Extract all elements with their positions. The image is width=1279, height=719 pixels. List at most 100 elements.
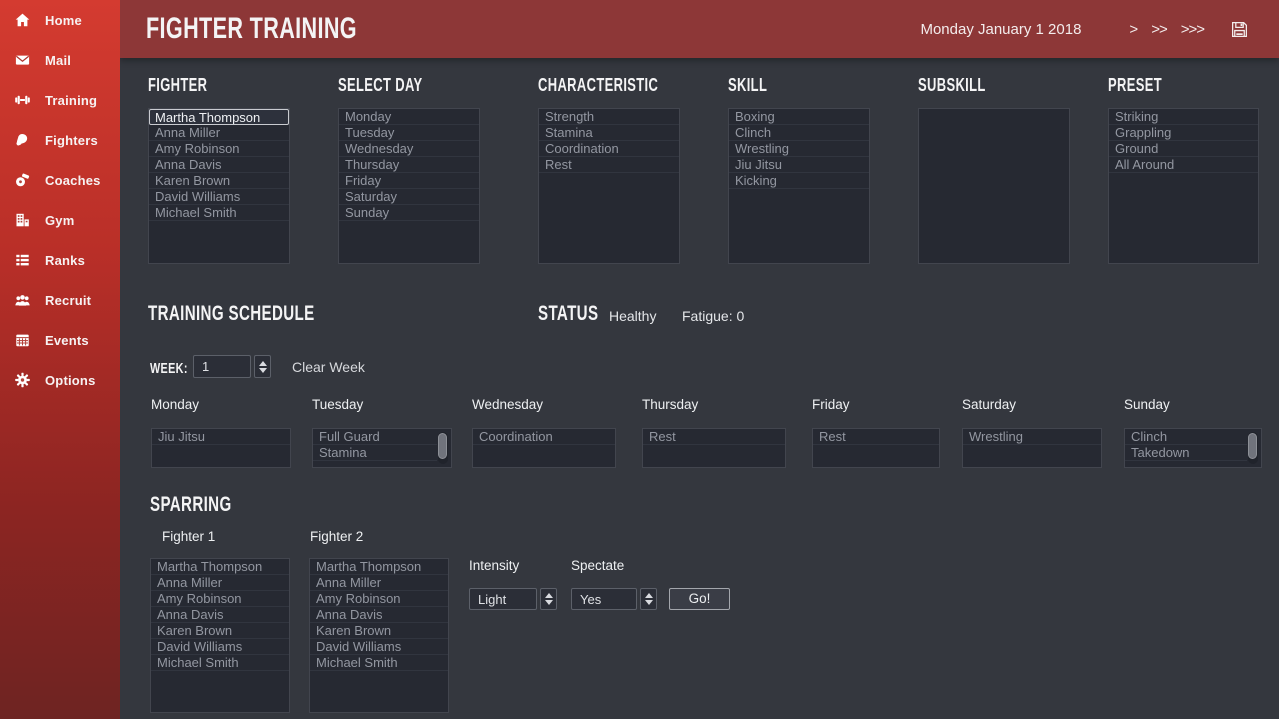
sidebar-item-home[interactable]: Home xyxy=(0,0,120,40)
scrollbar-track[interactable] xyxy=(438,432,448,464)
sidebar-item-options[interactable]: Options xyxy=(0,360,120,400)
list-item[interactable]: Martha Thompson xyxy=(151,559,289,575)
list-item[interactable]: Amy Robinson xyxy=(310,591,448,607)
list-item[interactable]: Grappling xyxy=(1109,125,1258,141)
list-item[interactable]: David Williams xyxy=(149,189,289,205)
list-item[interactable]: Saturday xyxy=(339,189,479,205)
subskill-listbox[interactable] xyxy=(918,108,1070,264)
sidebar-item-gym[interactable]: Gym xyxy=(0,200,120,240)
list-item[interactable]: Monday xyxy=(339,109,479,125)
preset-listbox[interactable]: StrikingGrapplingGroundAll Around xyxy=(1108,108,1259,264)
list-item[interactable]: Karen Brown xyxy=(149,173,289,189)
scrollbar-thumb[interactable] xyxy=(1248,433,1257,459)
schedule-entry[interactable]: Stamina xyxy=(313,445,437,461)
spectate-select-arrows[interactable] xyxy=(640,588,657,610)
sidebar-item-training[interactable]: Training xyxy=(0,80,120,120)
list-item[interactable]: Karen Brown xyxy=(151,623,289,639)
list-item[interactable]: David Williams xyxy=(310,639,448,655)
list-item[interactable]: Anna Miller xyxy=(310,575,448,591)
list-item[interactable]: Friday xyxy=(339,173,479,189)
spectate-select[interactable]: Yes xyxy=(571,588,637,610)
list-item[interactable]: Michael Smith xyxy=(310,655,448,671)
week-spinner-value[interactable]: 1 xyxy=(193,355,251,378)
list-item[interactable]: Michael Smith xyxy=(149,205,289,221)
list-item[interactable]: David Williams xyxy=(151,639,289,655)
wednesday-schedule-box[interactable]: Coordination xyxy=(472,428,616,468)
spinner-down-icon[interactable] xyxy=(645,600,653,605)
sparring-fighter2-listbox[interactable]: Martha ThompsonAnna MillerAmy RobinsonAn… xyxy=(309,558,449,713)
list-item[interactable]: Amy Robinson xyxy=(151,591,289,607)
list-item[interactable]: Striking xyxy=(1109,109,1258,125)
intensity-select-arrows[interactable] xyxy=(540,588,557,610)
sidebar-item-events[interactable]: Events xyxy=(0,320,120,360)
schedule-entry[interactable]: Wrestling xyxy=(963,429,1101,445)
list-item[interactable]: Stamina xyxy=(539,125,679,141)
clear-week-button[interactable]: Clear Week xyxy=(292,359,365,375)
spinner-up-icon[interactable] xyxy=(259,361,267,366)
schedule-entry[interactable]: Rest xyxy=(643,429,785,445)
schedule-entry[interactable]: Takedown xyxy=(1125,445,1247,461)
tuesday-schedule-box[interactable]: Full GuardStamina xyxy=(312,428,452,468)
list-item[interactable]: Martha Thompson xyxy=(149,109,289,125)
list-item[interactable]: Rest xyxy=(539,157,679,173)
list-item[interactable]: Ground xyxy=(1109,141,1258,157)
advance-week-button[interactable]: >> xyxy=(1151,21,1167,38)
list-item[interactable]: Anna Davis xyxy=(151,607,289,623)
list-item[interactable]: Amy Robinson xyxy=(149,141,289,157)
list-item[interactable]: Coordination xyxy=(539,141,679,157)
friday-schedule-box[interactable]: Rest xyxy=(812,428,940,468)
list-item[interactable]: Kicking xyxy=(729,173,869,189)
schedule-entry[interactable]: Clinch xyxy=(1125,429,1247,445)
schedule-entry[interactable]: Jiu Jitsu xyxy=(152,429,290,445)
list-item[interactable]: Tuesday xyxy=(339,125,479,141)
advance-day-button[interactable]: > xyxy=(1129,21,1137,38)
list-item[interactable]: Karen Brown xyxy=(310,623,448,639)
sparring-fighter1-listbox[interactable]: Martha ThompsonAnna MillerAmy RobinsonAn… xyxy=(150,558,290,713)
list-item[interactable]: Thursday xyxy=(339,157,479,173)
fighter-listbox[interactable]: Martha ThompsonAnna MillerAmy RobinsonAn… xyxy=(148,108,290,264)
list-item[interactable]: Sunday xyxy=(339,205,479,221)
list-item[interactable]: Michael Smith xyxy=(151,655,289,671)
list-item[interactable]: Anna Miller xyxy=(151,575,289,591)
list-item[interactable]: Wednesday xyxy=(339,141,479,157)
list-item[interactable]: Anna Davis xyxy=(310,607,448,623)
schedule-entry[interactable]: Rest xyxy=(813,429,939,445)
list-item[interactable]: Boxing xyxy=(729,109,869,125)
advance-month-button[interactable]: >>> xyxy=(1181,21,1204,38)
spinner-up-icon[interactable] xyxy=(645,593,653,598)
spinner-down-icon[interactable] xyxy=(545,600,553,605)
list-item[interactable]: Martha Thompson xyxy=(310,559,448,575)
schedule-entry[interactable]: Coordination xyxy=(473,429,615,445)
thursday-schedule-box[interactable]: Rest xyxy=(642,428,786,468)
select-day-listbox[interactable]: MondayTuesdayWednesdayThursdayFridaySatu… xyxy=(338,108,480,264)
list-item[interactable]: Strength xyxy=(539,109,679,125)
list-item[interactable]: Clinch xyxy=(729,125,869,141)
sidebar-item-coaches[interactable]: Coaches xyxy=(0,160,120,200)
sidebar-item-recruit[interactable]: Recruit xyxy=(0,280,120,320)
intensity-select[interactable]: Light xyxy=(469,588,537,610)
schedule-entry[interactable]: Full Guard xyxy=(313,429,437,445)
list-item[interactable]: Wrestling xyxy=(729,141,869,157)
sidebar-item-label: Coaches xyxy=(45,173,101,188)
go-button[interactable]: Go! xyxy=(669,588,730,610)
monday-schedule-box[interactable]: Jiu Jitsu xyxy=(151,428,291,468)
skill-listbox[interactable]: BoxingClinchWrestlingJiu JitsuKicking xyxy=(728,108,870,264)
sidebar-item-ranks[interactable]: Ranks xyxy=(0,240,120,280)
list-item[interactable]: All Around xyxy=(1109,157,1258,173)
list-item[interactable]: Jiu Jitsu xyxy=(729,157,869,173)
scrollbar-track[interactable] xyxy=(1248,432,1258,464)
saturday-schedule-box[interactable]: Wrestling xyxy=(962,428,1102,468)
list-item[interactable]: Anna Miller xyxy=(149,125,289,141)
characteristic-listbox[interactable]: StrengthStaminaCoordinationRest xyxy=(538,108,680,264)
day-label-tuesday: Tuesday xyxy=(312,397,363,412)
sunday-schedule-box[interactable]: ClinchTakedown xyxy=(1124,428,1262,468)
list-item[interactable]: Anna Davis xyxy=(149,157,289,173)
spinner-up-icon[interactable] xyxy=(545,593,553,598)
scrollbar-thumb[interactable] xyxy=(438,433,447,459)
section-title-characteristic: Characteristic xyxy=(538,75,658,96)
sidebar-item-fighters[interactable]: Fighters xyxy=(0,120,120,160)
sidebar-item-mail[interactable]: Mail xyxy=(0,40,120,80)
week-spinner-arrows[interactable] xyxy=(254,355,271,378)
save-icon[interactable] xyxy=(1230,20,1249,39)
spinner-down-icon[interactable] xyxy=(259,368,267,373)
